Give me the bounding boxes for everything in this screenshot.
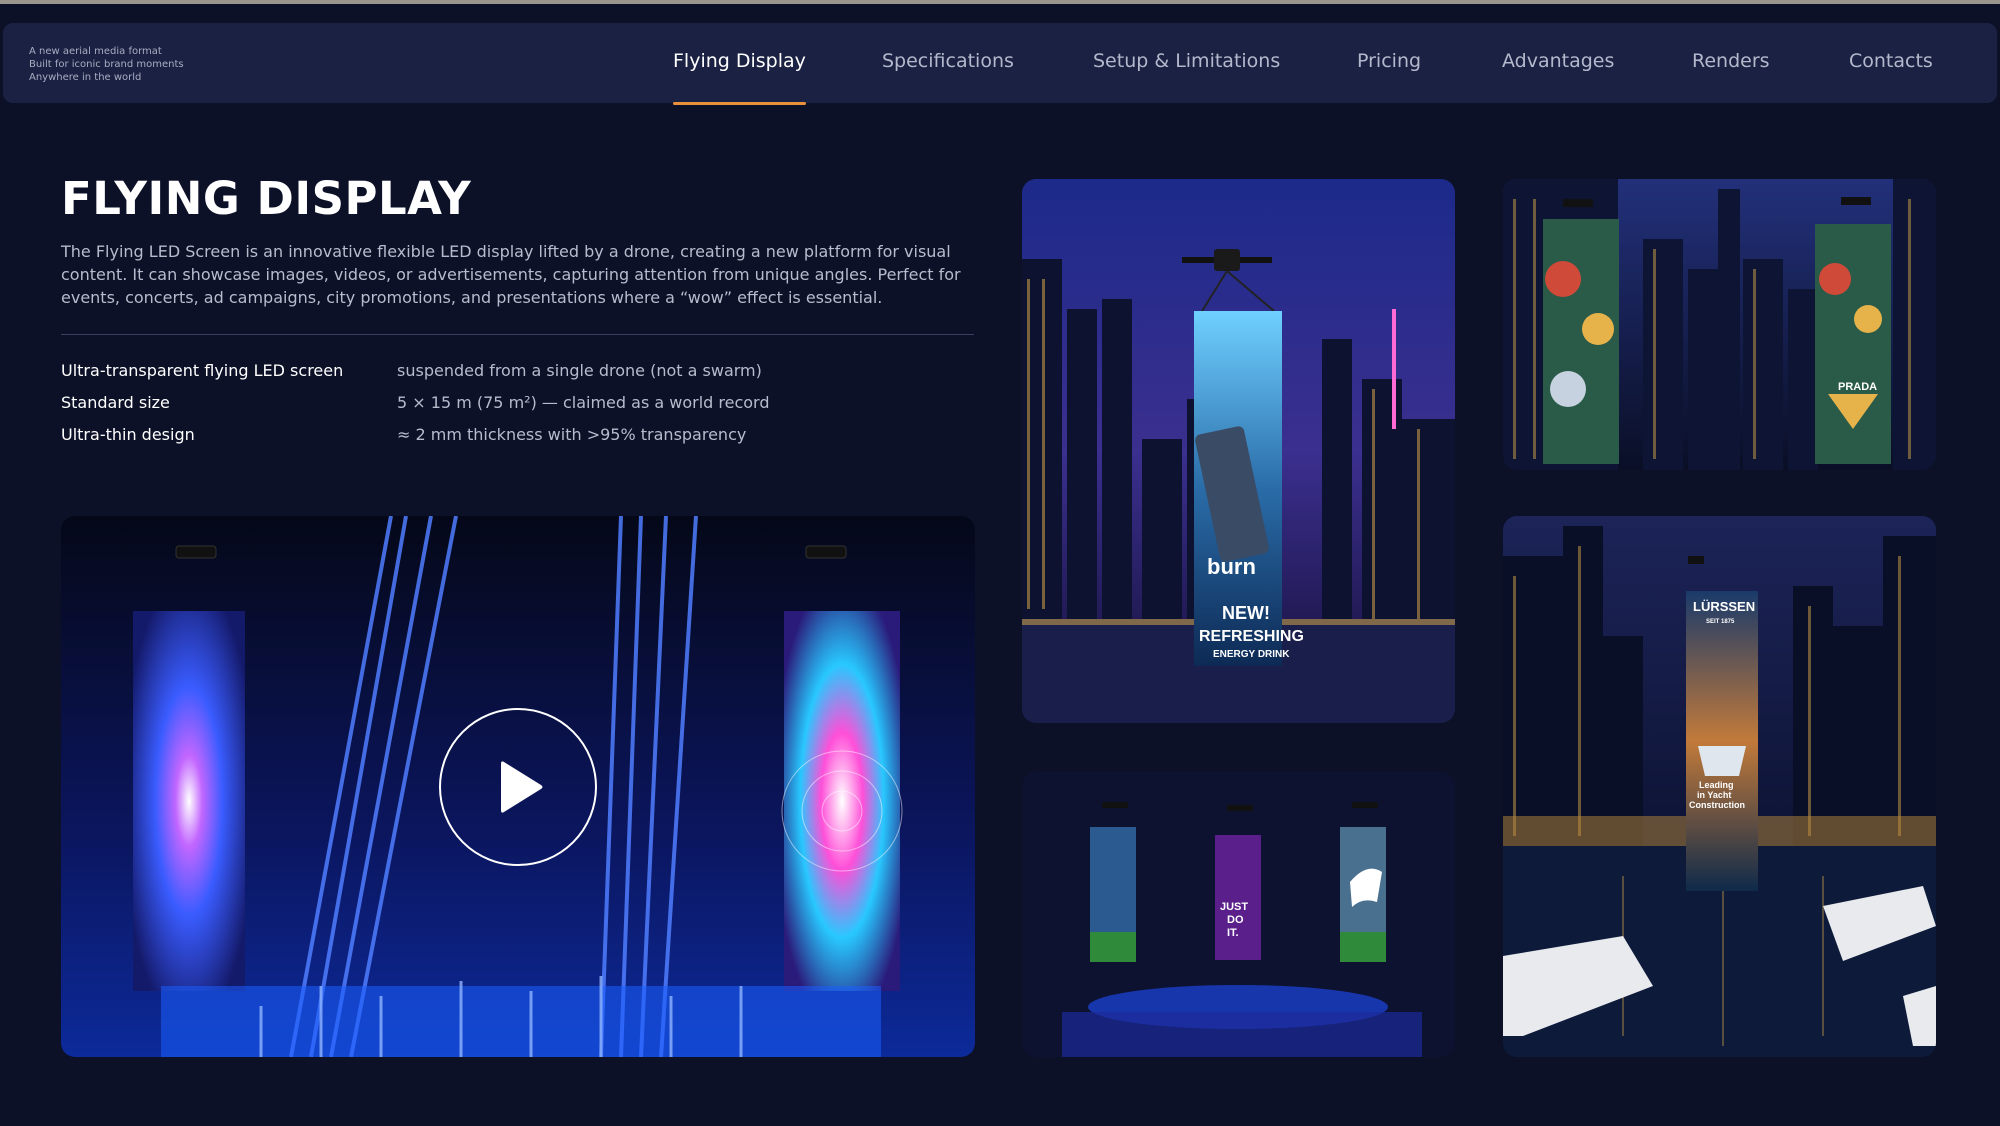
banner-text: REFRESHING bbox=[1199, 628, 1304, 645]
intro-paragraph: The Flying LED Screen is an innovative f… bbox=[61, 242, 961, 307]
nav-item-label: Pricing bbox=[1357, 50, 1422, 72]
active-tab-indicator bbox=[673, 102, 806, 105]
render-4-image: LÜRSSEN SEIT 1875 Leading in Yacht Const… bbox=[1503, 516, 1936, 1057]
render-image-stadium[interactable]: JUST DO IT. bbox=[1022, 772, 1455, 1057]
banner-text: Construction bbox=[1689, 800, 1745, 810]
tagline-line: Anywhere in the world bbox=[29, 72, 142, 83]
banner-text: Leading bbox=[1699, 780, 1734, 790]
banner-text: NEW! bbox=[1222, 603, 1270, 623]
spec-value: 5 × 15 m (75 m²) — claimed as a world re… bbox=[397, 393, 770, 412]
spec-row: Ultra-transparent flying LED screen susp… bbox=[61, 361, 981, 383]
nav-item-label: Renders bbox=[1692, 50, 1770, 72]
banner-text: IT. bbox=[1227, 927, 1239, 939]
video-player[interactable] bbox=[61, 516, 975, 1057]
section-divider bbox=[61, 334, 974, 335]
spec-key: Ultra-transparent flying LED screen bbox=[61, 361, 344, 380]
banner-text: burn bbox=[1207, 554, 1256, 579]
nav-item-setup-limitations[interactable]: Setup & Limitations bbox=[1093, 50, 1280, 80]
nav-item-contacts[interactable]: Contacts bbox=[1849, 50, 1933, 80]
banner-text: ENERGY DRINK bbox=[1213, 649, 1290, 660]
banner-text: DO bbox=[1227, 914, 1244, 926]
play-icon bbox=[501, 761, 543, 813]
nav-item-pricing[interactable]: Pricing bbox=[1357, 50, 1421, 80]
nav-item-specifications[interactable]: Specifications bbox=[882, 50, 1014, 80]
play-button[interactable] bbox=[439, 708, 597, 866]
render-image-new-york[interactable]: PRADA bbox=[1503, 179, 1936, 470]
top-border bbox=[0, 0, 2000, 4]
render-image-marina[interactable]: LÜRSSEN SEIT 1875 Leading in Yacht Const… bbox=[1503, 516, 1936, 1057]
spec-key: Ultra-thin design bbox=[61, 425, 195, 444]
nav-item-renders[interactable]: Renders bbox=[1692, 50, 1770, 80]
nav-item-label: Flying Display bbox=[673, 50, 806, 72]
spec-row: Ultra-thin design ≈ 2 mm thickness with … bbox=[61, 425, 981, 447]
brand-tagline: A new aerial media format Built for icon… bbox=[29, 45, 184, 84]
tagline-line: Built for iconic brand moments bbox=[29, 59, 184, 70]
banner-text: PRADA bbox=[1838, 381, 1877, 393]
nav-item-label: Setup & Limitations bbox=[1093, 50, 1281, 72]
render-2-image: PRADA bbox=[1503, 179, 1936, 470]
banner-text: in Yacht bbox=[1697, 790, 1731, 800]
spec-value: ≈ 2 mm thickness with >95% transparency bbox=[397, 425, 747, 444]
spec-row: Standard size 5 × 15 m (75 m²) — claimed… bbox=[61, 393, 981, 415]
nav-item-advantages[interactable]: Advantages bbox=[1502, 50, 1614, 80]
banner-text: LÜRSSEN bbox=[1693, 599, 1755, 614]
render-1-image: burn NEW! REFRESHING ENERGY DRINK bbox=[1022, 179, 1455, 723]
banner-text: JUST bbox=[1220, 901, 1248, 913]
banner-text: SEIT 1875 bbox=[1706, 619, 1735, 625]
spec-key: Standard size bbox=[61, 393, 170, 412]
spec-value: suspended from a single drone (not a swa… bbox=[397, 361, 762, 380]
nav-item-label: Advantages bbox=[1502, 50, 1615, 72]
tagline-line: A new aerial media format bbox=[29, 46, 162, 57]
page-title: FLYING DISPLAY bbox=[61, 172, 472, 225]
top-navigation: A new aerial media format Built for icon… bbox=[3, 23, 1997, 105]
render-3-image: JUST DO IT. bbox=[1022, 772, 1455, 1057]
nav-item-flying-display[interactable]: Flying Display bbox=[673, 50, 806, 105]
nav-item-label: Contacts bbox=[1849, 50, 1933, 72]
nav-item-label: Specifications bbox=[882, 50, 1014, 72]
render-image-shanghai[interactable]: burn NEW! REFRESHING ENERGY DRINK bbox=[1022, 179, 1455, 723]
